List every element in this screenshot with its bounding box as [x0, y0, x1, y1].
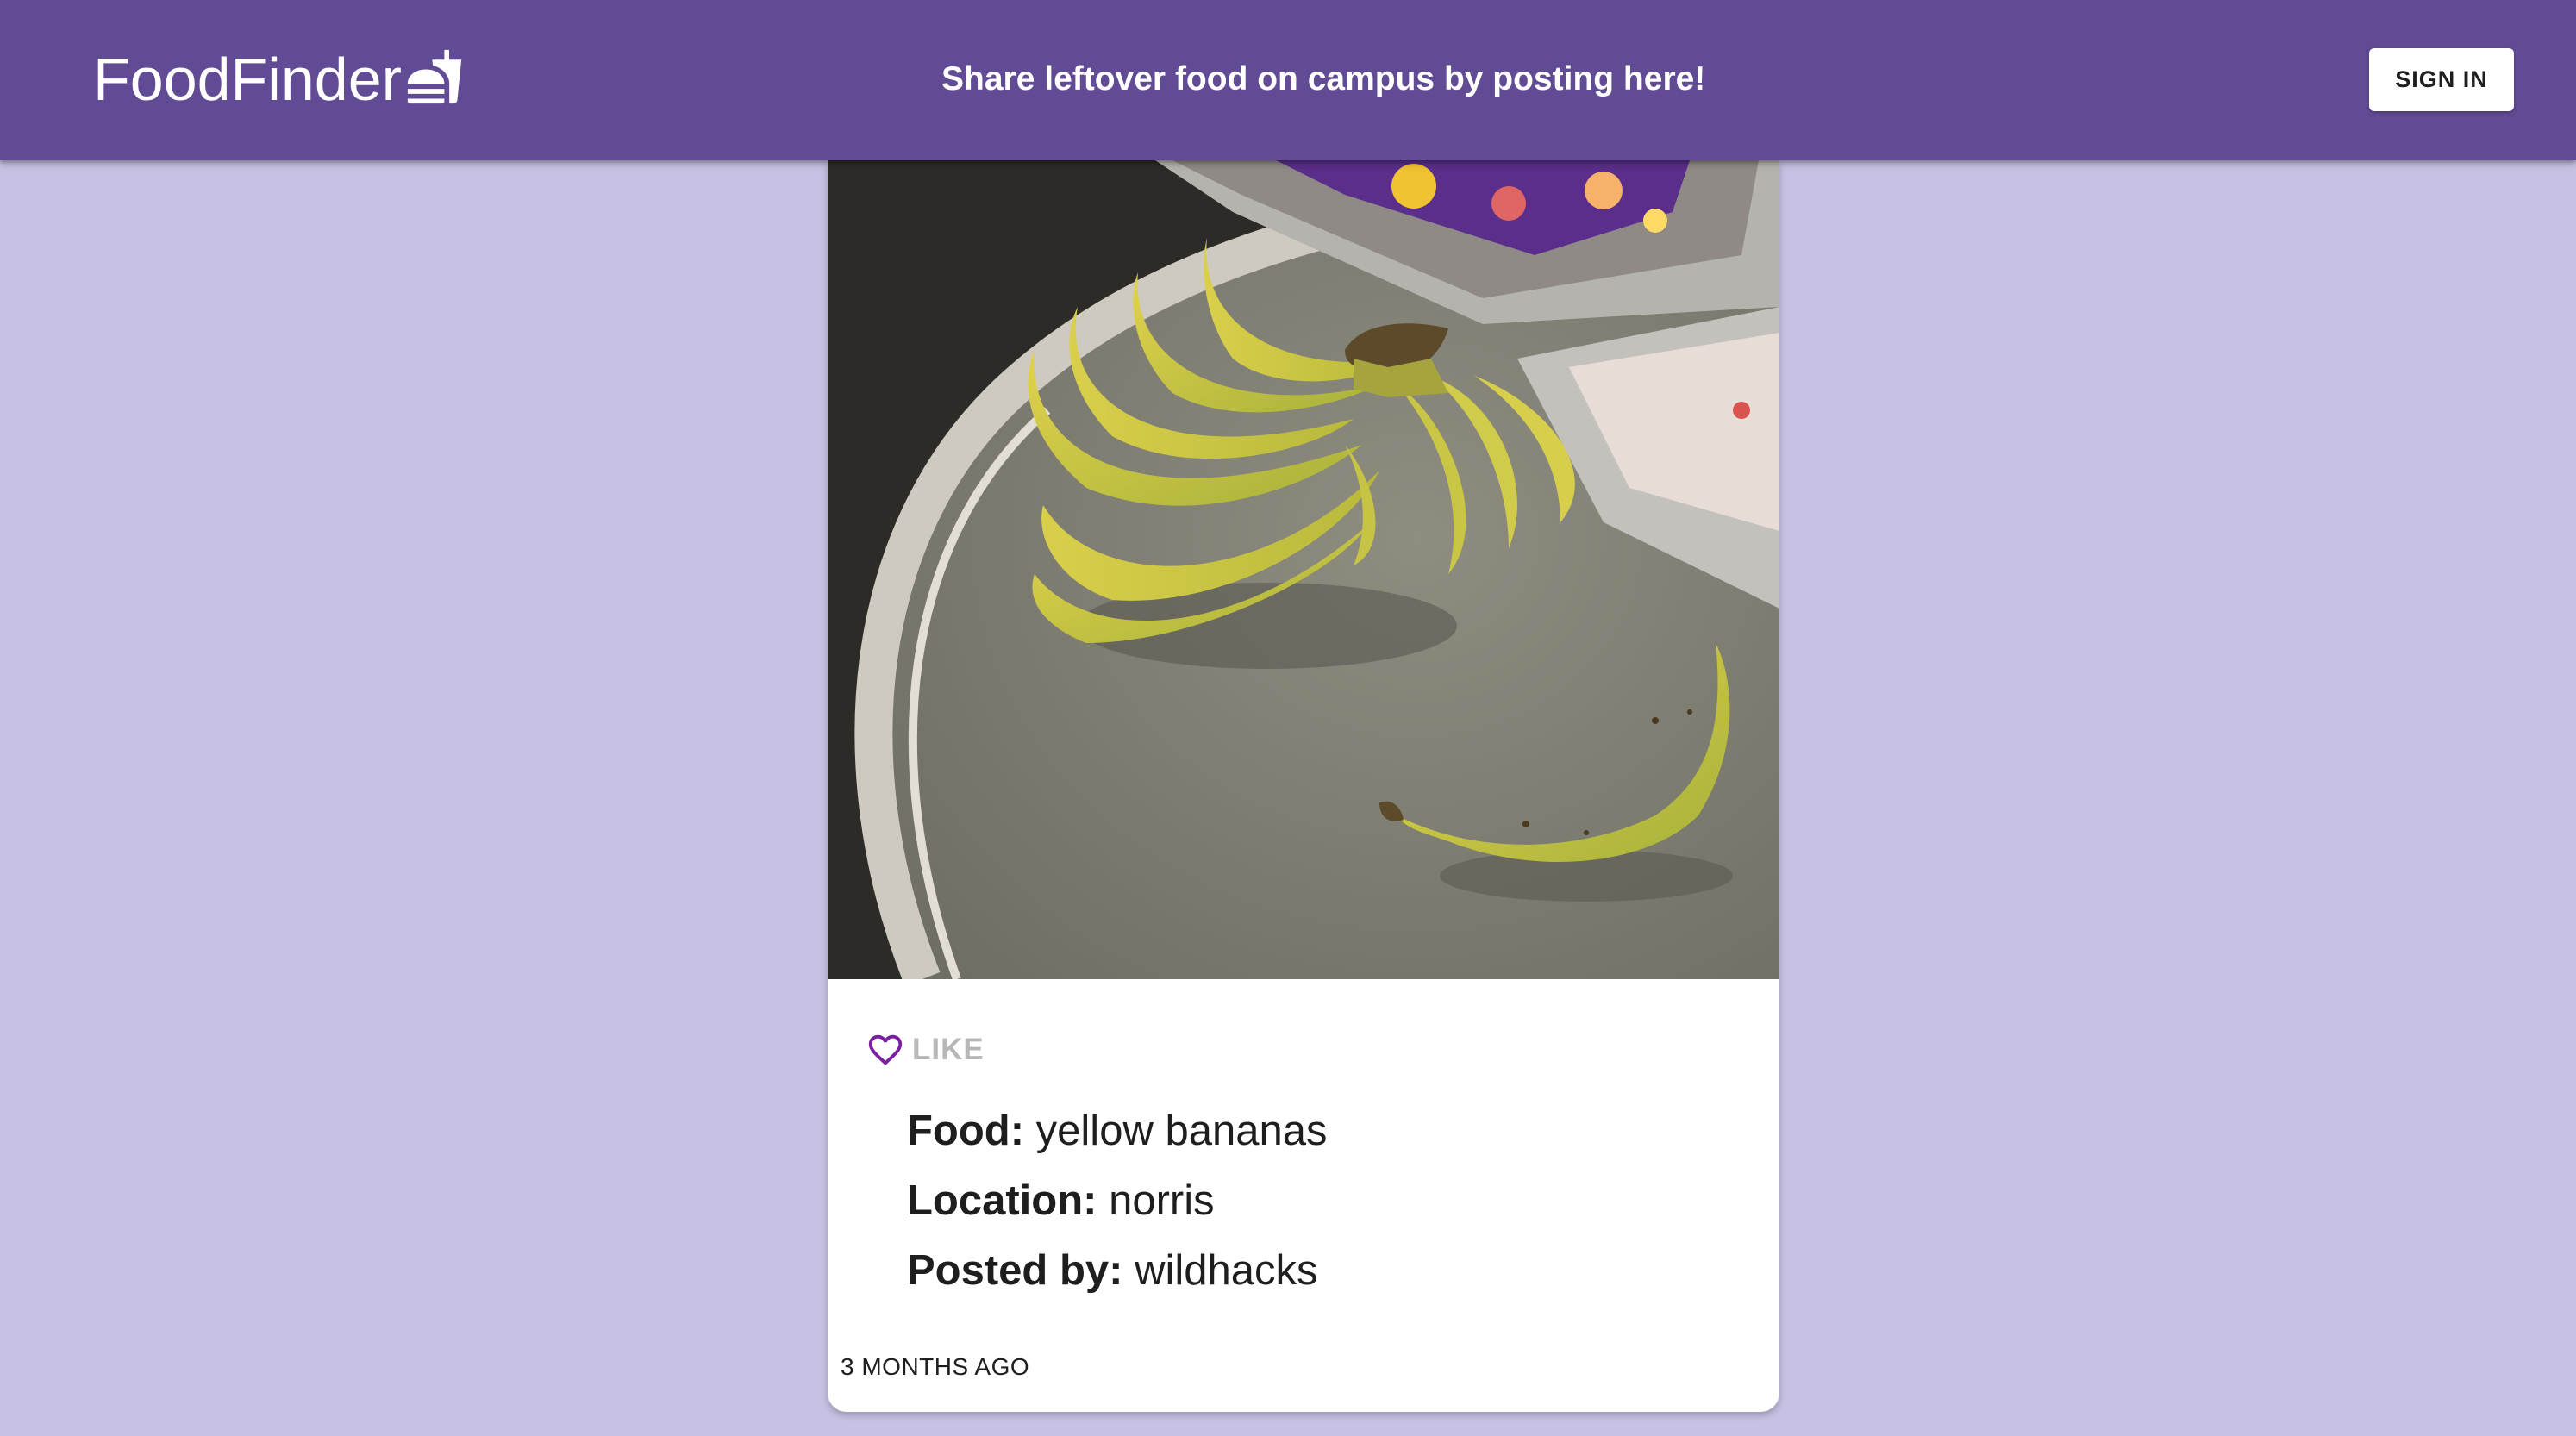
- post-timestamp: 3 MONTHS AGO: [841, 1353, 1030, 1380]
- food-photo: [828, 160, 1779, 979]
- like-label: LIKE: [912, 1033, 985, 1066]
- food-row: Food: yellow bananas: [907, 1096, 1752, 1166]
- like-button[interactable]: LIKE: [866, 1024, 985, 1076]
- fastfood-icon: [407, 49, 462, 104]
- site-tagline: Share leftover food on campus by posting…: [941, 60, 1706, 97]
- sign-in-button[interactable]: SIGN IN: [2369, 48, 2514, 111]
- posted-by-value: wildhacks: [1135, 1247, 1318, 1294]
- heart-outline-icon: [868, 1034, 903, 1065]
- post-details: Food: yellow bananas Location: norris Po…: [907, 1096, 1752, 1306]
- posted-by-label: Posted by:: [907, 1247, 1123, 1294]
- food-post-card: LIKE Food: yellow bananas Location: norr…: [828, 160, 1779, 1412]
- app-bar: FoodFinder Share leftover food on campus…: [0, 0, 2576, 160]
- location-row: Location: norris: [907, 1166, 1752, 1236]
- food-value: yellow bananas: [1035, 1108, 1328, 1154]
- brand-name: FoodFinder: [93, 46, 402, 113]
- food-label: Food:: [907, 1108, 1025, 1154]
- location-label: Location:: [907, 1177, 1097, 1224]
- location-value: norris: [1109, 1177, 1215, 1224]
- posted-by-row: Posted by: wildhacks: [907, 1236, 1752, 1306]
- brand-logo[interactable]: FoodFinder: [93, 38, 464, 121]
